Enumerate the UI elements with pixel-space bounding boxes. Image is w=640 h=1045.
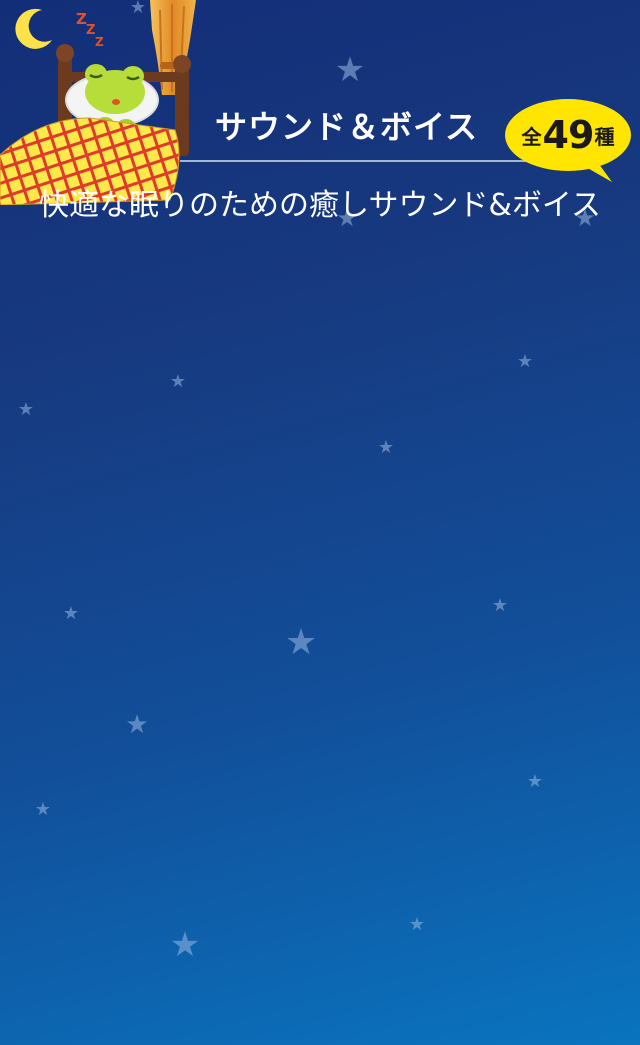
page-subtitle: 快適な眠りのための癒しサウンド&ボイス (39, 188, 601, 223)
page-title: サウンド＆ボイス (215, 108, 479, 146)
star-icon: ★ (334, 50, 366, 90)
star-icon: ★ (34, 799, 52, 820)
star-icon: ★ (169, 925, 201, 965)
star-icon: ★ (526, 771, 544, 792)
moon-icon (15, 8, 52, 49)
star-icon: ★ (516, 351, 534, 372)
star-icon: ★ (62, 603, 80, 624)
star-icon: ★ (377, 437, 395, 458)
star-icon: ★ (125, 710, 149, 740)
app-screen: ★ ★ ★ ★ ★ ★ ★ ★ ★ ★ ★ ★ ★ ★ ★ ★ Z Z Z サウ… (0, 0, 640, 1045)
star-icon: ★ (491, 595, 509, 616)
star-icon: ★ (169, 371, 187, 392)
badge-suffix: 種 (594, 124, 615, 149)
count-badge: 全 49 種 (504, 98, 636, 184)
badge-prefix: 全 (521, 124, 542, 149)
star-icon: ★ (17, 399, 35, 420)
badge-count: 49 (542, 113, 595, 157)
badge-label: 全 49 種 (504, 98, 632, 172)
star-icon: ★ (408, 914, 426, 935)
star-icon: ★ (284, 622, 318, 663)
zzz-letter: Z (95, 35, 104, 49)
